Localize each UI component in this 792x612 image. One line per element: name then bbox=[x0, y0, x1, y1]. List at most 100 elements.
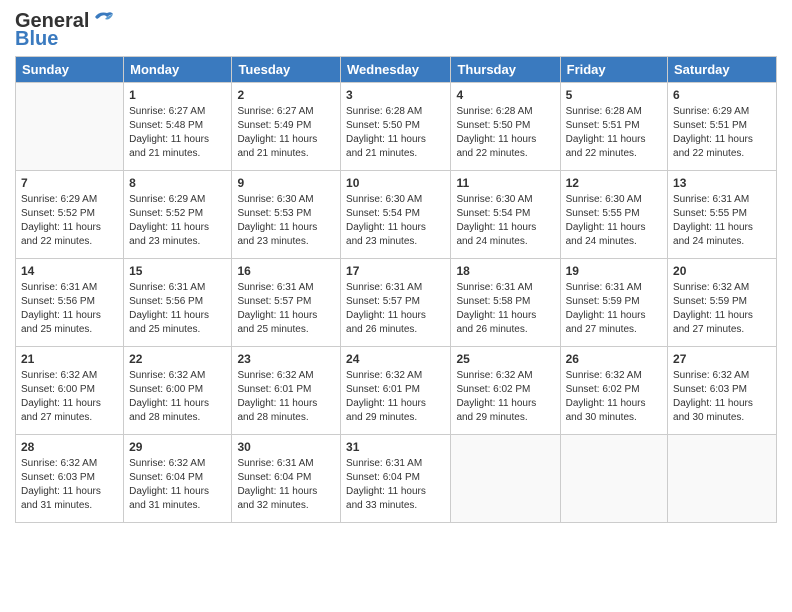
cell-info: Sunrise: 6:28 AM Sunset: 5:51 PM Dayligh… bbox=[566, 105, 662, 161]
cell-info: Sunrise: 6:29 AM Sunset: 5:52 PM Dayligh… bbox=[21, 193, 118, 249]
calendar-cell: 3 Sunrise: 6:28 AM Sunset: 5:50 PM Daylig… bbox=[341, 83, 451, 171]
cell-day-number: 16 bbox=[237, 263, 335, 279]
cell-info: Sunrise: 6:31 AM Sunset: 5:56 PM Dayligh… bbox=[21, 281, 118, 337]
cell-info: Sunrise: 6:31 AM Sunset: 5:57 PM Dayligh… bbox=[346, 281, 445, 337]
cell-info: Sunrise: 6:29 AM Sunset: 5:52 PM Dayligh… bbox=[129, 193, 226, 249]
cell-info: Sunrise: 6:31 AM Sunset: 5:55 PM Dayligh… bbox=[673, 193, 771, 249]
calendar-table: SundayMondayTuesdayWednesdayThursdayFrid… bbox=[15, 56, 777, 523]
calendar-cell bbox=[668, 435, 777, 523]
header: General Blue bbox=[15, 10, 777, 50]
weekday-header-wednesday: Wednesday bbox=[341, 57, 451, 83]
cell-info: Sunrise: 6:32 AM Sunset: 5:59 PM Dayligh… bbox=[673, 281, 771, 337]
calendar-cell: 1 Sunrise: 6:27 AM Sunset: 5:48 PM Daylig… bbox=[124, 83, 232, 171]
cell-info: Sunrise: 6:32 AM Sunset: 6:01 PM Dayligh… bbox=[237, 369, 335, 425]
cell-info: Sunrise: 6:27 AM Sunset: 5:48 PM Dayligh… bbox=[129, 105, 226, 161]
calendar-cell: 22 Sunrise: 6:32 AM Sunset: 6:00 PM Dayli… bbox=[124, 347, 232, 435]
cell-info: Sunrise: 6:32 AM Sunset: 6:00 PM Dayligh… bbox=[21, 369, 118, 425]
cell-info: Sunrise: 6:31 AM Sunset: 6:04 PM Dayligh… bbox=[346, 457, 445, 513]
cell-day-number: 1 bbox=[129, 87, 226, 103]
calendar-cell: 12 Sunrise: 6:30 AM Sunset: 5:55 PM Dayli… bbox=[560, 171, 667, 259]
cell-info: Sunrise: 6:31 AM Sunset: 5:58 PM Dayligh… bbox=[456, 281, 554, 337]
weekday-header-row: SundayMondayTuesdayWednesdayThursdayFrid… bbox=[16, 57, 777, 83]
calendar-cell: 21Sunrise: 6:32 AM Sunset: 6:00 PM Dayli… bbox=[16, 347, 124, 435]
weekday-header-monday: Monday bbox=[124, 57, 232, 83]
cell-day-number: 17 bbox=[346, 263, 445, 279]
cell-day-number: 22 bbox=[129, 351, 226, 367]
calendar-cell: 19 Sunrise: 6:31 AM Sunset: 5:59 PM Dayli… bbox=[560, 259, 667, 347]
calendar-cell bbox=[16, 83, 124, 171]
cell-day-number: 20 bbox=[673, 263, 771, 279]
calendar-cell: 9Sunrise: 6:30 AM Sunset: 5:53 PM Daylig… bbox=[232, 171, 341, 259]
cell-day-number: 24 bbox=[346, 351, 445, 367]
cell-info: Sunrise: 6:28 AM Sunset: 5:50 PM Dayligh… bbox=[346, 105, 445, 161]
cell-info: Sunrise: 6:32 AM Sunset: 6:02 PM Dayligh… bbox=[566, 369, 662, 425]
calendar-cell: 8Sunrise: 6:29 AM Sunset: 5:52 PM Daylig… bbox=[124, 171, 232, 259]
cell-day-number: 10 bbox=[346, 175, 445, 191]
calendar-cell: 13 Sunrise: 6:31 AM Sunset: 5:55 PM Dayli… bbox=[668, 171, 777, 259]
calendar-cell: 4 Sunrise: 6:28 AM Sunset: 5:50 PM Daylig… bbox=[451, 83, 560, 171]
logo: General Blue bbox=[15, 10, 115, 50]
weekday-header-friday: Friday bbox=[560, 57, 667, 83]
cell-info: Sunrise: 6:30 AM Sunset: 5:55 PM Dayligh… bbox=[566, 193, 662, 249]
calendar-cell: 2 Sunrise: 6:27 AM Sunset: 5:49 PM Daylig… bbox=[232, 83, 341, 171]
calendar-cell: 28Sunrise: 6:32 AM Sunset: 6:03 PM Dayli… bbox=[16, 435, 124, 523]
cell-day-number: 31 bbox=[346, 439, 445, 455]
calendar-cell: 17 Sunrise: 6:31 AM Sunset: 5:57 PM Dayli… bbox=[341, 259, 451, 347]
cell-info: Sunrise: 6:28 AM Sunset: 5:50 PM Dayligh… bbox=[456, 105, 554, 161]
calendar-cell: 18 Sunrise: 6:31 AM Sunset: 5:58 PM Dayli… bbox=[451, 259, 560, 347]
page: General Blue SundayMondayTuesdayWednesda… bbox=[0, 0, 792, 612]
calendar-cell: 5Sunrise: 6:28 AM Sunset: 5:51 PM Daylig… bbox=[560, 83, 667, 171]
calendar-cell: 6 Sunrise: 6:29 AM Sunset: 5:51 PM Daylig… bbox=[668, 83, 777, 171]
calendar-cell bbox=[560, 435, 667, 523]
calendar-week-row-5: 28Sunrise: 6:32 AM Sunset: 6:03 PM Dayli… bbox=[16, 435, 777, 523]
weekday-header-sunday: Sunday bbox=[16, 57, 124, 83]
cell-day-number: 11 bbox=[456, 175, 554, 191]
cell-info: Sunrise: 6:32 AM Sunset: 6:03 PM Dayligh… bbox=[673, 369, 771, 425]
cell-info: Sunrise: 6:31 AM Sunset: 5:59 PM Dayligh… bbox=[566, 281, 662, 337]
weekday-header-tuesday: Tuesday bbox=[232, 57, 341, 83]
calendar-cell: 25Sunrise: 6:32 AM Sunset: 6:02 PM Dayli… bbox=[451, 347, 560, 435]
cell-info: Sunrise: 6:29 AM Sunset: 5:51 PM Dayligh… bbox=[673, 105, 771, 161]
cell-day-number: 7 bbox=[21, 175, 118, 191]
calendar-cell: 14 Sunrise: 6:31 AM Sunset: 5:56 PM Dayli… bbox=[16, 259, 124, 347]
cell-day-number: 25 bbox=[456, 351, 554, 367]
cell-day-number: 14 bbox=[21, 263, 118, 279]
cell-info: Sunrise: 6:32 AM Sunset: 6:04 PM Dayligh… bbox=[129, 457, 226, 513]
calendar-cell: 24Sunrise: 6:32 AM Sunset: 6:01 PM Dayli… bbox=[341, 347, 451, 435]
calendar-cell: 27 Sunrise: 6:32 AM Sunset: 6:03 PM Dayli… bbox=[668, 347, 777, 435]
cell-day-number: 12 bbox=[566, 175, 662, 191]
calendar-cell: 16 Sunrise: 6:31 AM Sunset: 5:57 PM Dayli… bbox=[232, 259, 341, 347]
calendar-week-row-4: 21Sunrise: 6:32 AM Sunset: 6:00 PM Dayli… bbox=[16, 347, 777, 435]
calendar-cell: 11 Sunrise: 6:30 AM Sunset: 5:54 PM Dayli… bbox=[451, 171, 560, 259]
cell-day-number: 2 bbox=[237, 87, 335, 103]
calendar-week-row-3: 14 Sunrise: 6:31 AM Sunset: 5:56 PM Dayli… bbox=[16, 259, 777, 347]
cell-info: Sunrise: 6:32 AM Sunset: 6:03 PM Dayligh… bbox=[21, 457, 118, 513]
cell-info: Sunrise: 6:30 AM Sunset: 5:54 PM Dayligh… bbox=[346, 193, 445, 249]
cell-day-number: 30 bbox=[237, 439, 335, 455]
cell-day-number: 6 bbox=[673, 87, 771, 103]
calendar-week-row-1: 1 Sunrise: 6:27 AM Sunset: 5:48 PM Daylig… bbox=[16, 83, 777, 171]
weekday-header-saturday: Saturday bbox=[668, 57, 777, 83]
calendar-cell: 29 Sunrise: 6:32 AM Sunset: 6:04 PM Dayli… bbox=[124, 435, 232, 523]
cell-info: Sunrise: 6:30 AM Sunset: 5:54 PM Dayligh… bbox=[456, 193, 554, 249]
cell-day-number: 29 bbox=[129, 439, 226, 455]
cell-day-number: 4 bbox=[456, 87, 554, 103]
calendar-cell bbox=[451, 435, 560, 523]
cell-day-number: 13 bbox=[673, 175, 771, 191]
cell-day-number: 26 bbox=[566, 351, 662, 367]
calendar-cell: 15Sunrise: 6:31 AM Sunset: 5:56 PM Dayli… bbox=[124, 259, 232, 347]
calendar-cell: 20 Sunrise: 6:32 AM Sunset: 5:59 PM Dayli… bbox=[668, 259, 777, 347]
calendar-cell: 26 Sunrise: 6:32 AM Sunset: 6:02 PM Dayli… bbox=[560, 347, 667, 435]
calendar-week-row-2: 7 Sunrise: 6:29 AM Sunset: 5:52 PM Daylig… bbox=[16, 171, 777, 259]
cell-day-number: 18 bbox=[456, 263, 554, 279]
logo-bird-icon bbox=[91, 9, 115, 29]
cell-info: Sunrise: 6:31 AM Sunset: 5:57 PM Dayligh… bbox=[237, 281, 335, 337]
cell-info: Sunrise: 6:32 AM Sunset: 6:00 PM Dayligh… bbox=[129, 369, 226, 425]
cell-day-number: 23 bbox=[237, 351, 335, 367]
cell-day-number: 3 bbox=[346, 87, 445, 103]
cell-day-number: 27 bbox=[673, 351, 771, 367]
cell-day-number: 15 bbox=[129, 263, 226, 279]
cell-day-number: 19 bbox=[566, 263, 662, 279]
cell-info: Sunrise: 6:27 AM Sunset: 5:49 PM Dayligh… bbox=[237, 105, 335, 161]
calendar-cell: 23 Sunrise: 6:32 AM Sunset: 6:01 PM Dayli… bbox=[232, 347, 341, 435]
